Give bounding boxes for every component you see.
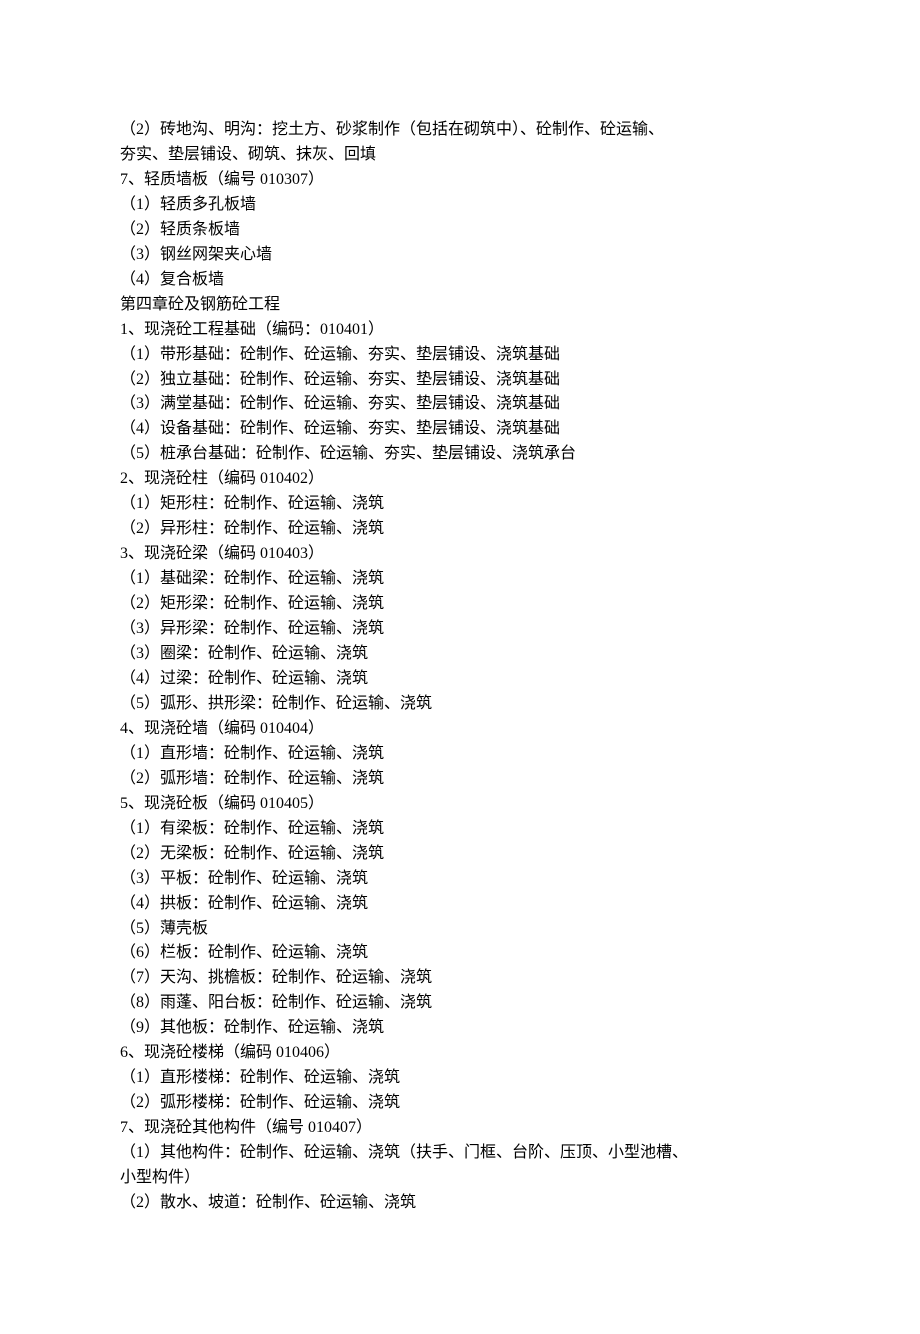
text-line: （2）散水、坡道：砼制作、砼运输、浇筑	[120, 1191, 800, 1216]
text-line: （1）其他构件：砼制作、砼运输、浇筑（扶手、门框、台阶、压顶、小型池槽、	[120, 1141, 800, 1166]
text-line: 4、现浇砼墙（编码 010404）	[120, 717, 800, 742]
text-line: （4）拱板：砼制作、砼运输、浇筑	[120, 892, 800, 917]
text-line: （1）直形楼梯：砼制作、砼运输、浇筑	[120, 1066, 800, 1091]
text-line: 7、现浇砼其他构件（编号 010407）	[120, 1116, 800, 1141]
text-line: （3）异形梁：砼制作、砼运输、浇筑	[120, 617, 800, 642]
text-line: （1）带形基础：砼制作、砼运输、夯实、垫层铺设、浇筑基础	[120, 343, 800, 368]
text-line: 3、现浇砼梁（编码 010403）	[120, 542, 800, 567]
text-line: （2）无梁板：砼制作、砼运输、浇筑	[120, 842, 800, 867]
text-line: （1）轻质多孔板墙	[120, 193, 800, 218]
text-line: （3）圈梁：砼制作、砼运输、浇筑	[120, 642, 800, 667]
text-line: （4）复合板墙	[120, 268, 800, 293]
document-page: （2）砖地沟、明沟：挖土方、砂浆制作（包括在砌筑中）、砼制作、砼运输、 夯实、垫…	[0, 0, 920, 1334]
text-line: 5、现浇砼板（编码 010405）	[120, 792, 800, 817]
text-line: （2）砖地沟、明沟：挖土方、砂浆制作（包括在砌筑中）、砼制作、砼运输、	[120, 118, 800, 143]
text-line: （1）基础梁：砼制作、砼运输、浇筑	[120, 567, 800, 592]
text-line: （2）异形柱：砼制作、砼运输、浇筑	[120, 517, 800, 542]
text-line: （1）有梁板：砼制作、砼运输、浇筑	[120, 817, 800, 842]
text-line: （4）设备基础：砼制作、砼运输、夯实、垫层铺设、浇筑基础	[120, 417, 800, 442]
text-line: 第四章砼及钢筋砼工程	[120, 293, 800, 318]
text-line: （7）天沟、挑檐板：砼制作、砼运输、浇筑	[120, 966, 800, 991]
text-line: （1）直形墙：砼制作、砼运输、浇筑	[120, 742, 800, 767]
text-line: （8）雨蓬、阳台板：砼制作、砼运输、浇筑	[120, 991, 800, 1016]
text-line: 夯实、垫层铺设、砌筑、抹灰、回填	[120, 143, 800, 168]
text-line: （3）平板：砼制作、砼运输、浇筑	[120, 867, 800, 892]
text-line: （4）过梁：砼制作、砼运输、浇筑	[120, 667, 800, 692]
text-line: （9）其他板：砼制作、砼运输、浇筑	[120, 1016, 800, 1041]
text-line: 小型构件）	[120, 1166, 800, 1191]
text-line: （2）独立基础：砼制作、砼运输、夯实、垫层铺设、浇筑基础	[120, 368, 800, 393]
text-line: 6、现浇砼楼梯（编码 010406）	[120, 1041, 800, 1066]
text-line: 1、现浇砼工程基础（编码：010401）	[120, 318, 800, 343]
text-line: （5）弧形、拱形梁：砼制作、砼运输、浇筑	[120, 692, 800, 717]
text-line: （3）满堂基础：砼制作、砼运输、夯实、垫层铺设、浇筑基础	[120, 392, 800, 417]
text-line: 2、现浇砼柱（编码 010402）	[120, 467, 800, 492]
text-line: （2）矩形梁：砼制作、砼运输、浇筑	[120, 592, 800, 617]
text-line: （2）弧形墙：砼制作、砼运输、浇筑	[120, 767, 800, 792]
text-line: （2）轻质条板墙	[120, 218, 800, 243]
text-line: 7、轻质墙板（编号 010307）	[120, 168, 800, 193]
text-line: （6）栏板：砼制作、砼运输、浇筑	[120, 941, 800, 966]
text-line: （5）薄壳板	[120, 917, 800, 942]
text-line: （1）矩形柱：砼制作、砼运输、浇筑	[120, 492, 800, 517]
text-line: （5）桩承台基础：砼制作、砼运输、夯实、垫层铺设、浇筑承台	[120, 442, 800, 467]
text-line: （2）弧形楼梯：砼制作、砼运输、浇筑	[120, 1091, 800, 1116]
text-line: （3）钢丝网架夹心墙	[120, 243, 800, 268]
